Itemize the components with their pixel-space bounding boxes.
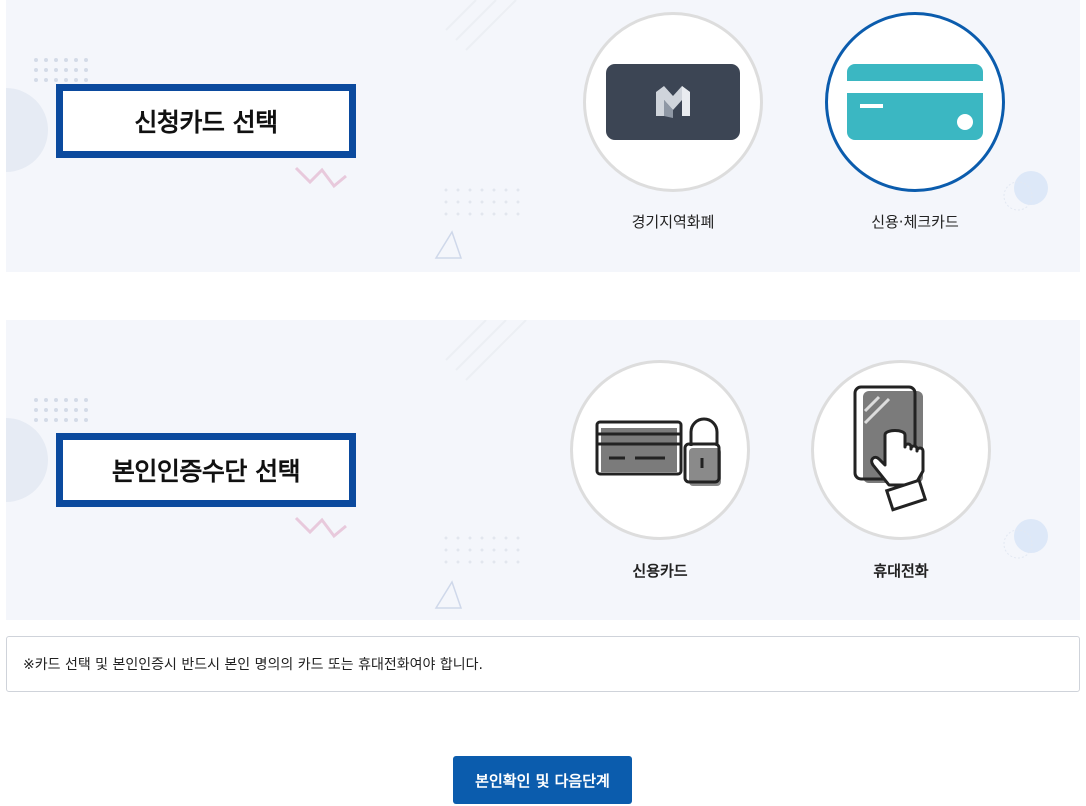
option-mobile-phone-auth[interactable] [811, 360, 991, 540]
mobile-phone-touch-icon [853, 385, 928, 512]
option-label-gyeonggi: 경기지역화폐 [631, 213, 715, 231]
option-credit-check-card[interactable] [825, 12, 1005, 192]
notice-box: ※카드 선택 및 본인인증시 반드시 본인 명의의 카드 또는 휴대전화여야 합… [6, 636, 1080, 692]
next-step-button[interactable]: 본인확인 및 다음단계 [453, 756, 632, 804]
option-credit-card-auth[interactable] [570, 360, 750, 540]
option-label-mobile-phone: 휴대전화 [873, 562, 929, 580]
card-select-panel: 신청카드 선택 경기지역화폐 신용·체크카드 [6, 0, 1080, 272]
credit-check-card-icon [847, 64, 983, 140]
credit-card-lock-icon [595, 417, 721, 486]
card-section-title: 신청카드 선택 [56, 84, 356, 158]
notice-text: ※카드 선택 및 본인인증시 반드시 본인 명의의 카드 또는 휴대전화여야 합… [23, 657, 483, 673]
option-gyeonggi-local-currency[interactable] [583, 12, 763, 192]
gyeonggi-local-currency-card-icon [606, 64, 740, 140]
option-label-credit-card: 신용카드 [632, 562, 688, 580]
auth-method-panel: 본인인증수단 선택 신용카드 휴대전화 [6, 320, 1080, 620]
option-label-credit-check: 신용·체크카드 [871, 213, 959, 231]
auth-section-title: 본인인증수단 선택 [56, 433, 356, 507]
